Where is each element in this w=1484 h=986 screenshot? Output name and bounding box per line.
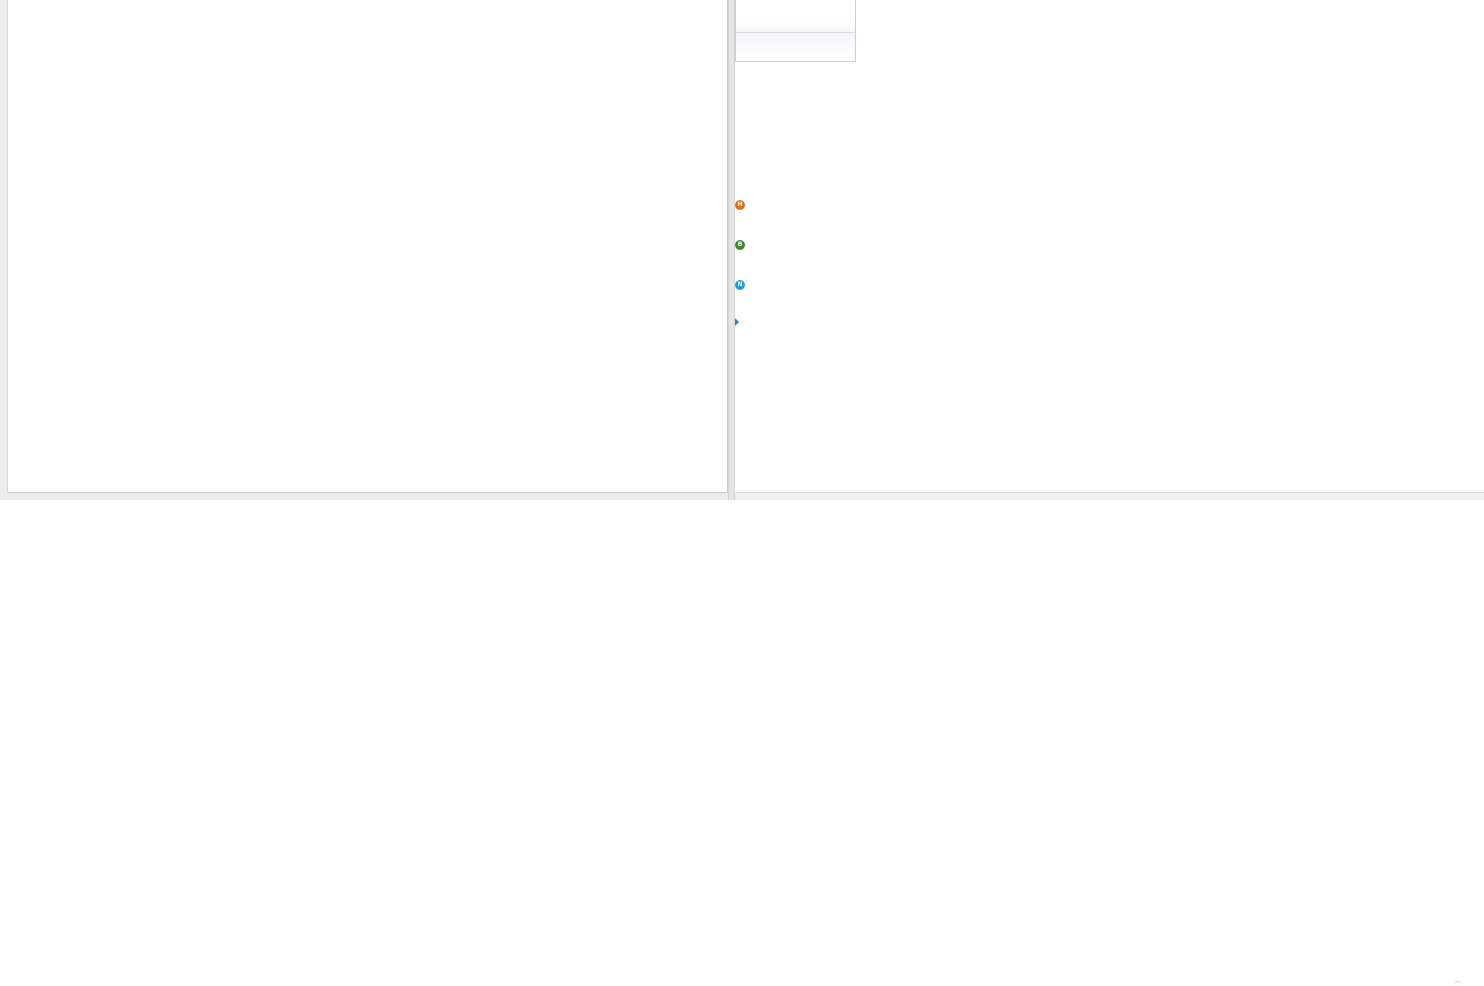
right-pane-bottom-bar — [736, 492, 1484, 982]
dropdown-item[interactable] — [736, 0, 855, 33]
left-pane-bottom-bar — [0, 493, 736, 500]
resize-grip-icon[interactable] — [1454, 981, 1462, 986]
b-badge-icon[interactable]: B — [735, 240, 745, 250]
dropdown-item[interactable] — [736, 33, 855, 61]
h-badge-icon[interactable]: H — [735, 200, 745, 210]
application-window: H B N — [0, 0, 1484, 982]
n-badge-icon[interactable]: N — [735, 280, 745, 290]
pane-splitter[interactable] — [728, 0, 735, 500]
left-content-pane[interactable] — [8, 0, 728, 493]
dropdown-list — [735, 0, 856, 62]
right-content-pane[interactable] — [735, 0, 1484, 493]
left-gutter — [0, 0, 8, 500]
triangle-right-icon[interactable] — [735, 318, 739, 326]
